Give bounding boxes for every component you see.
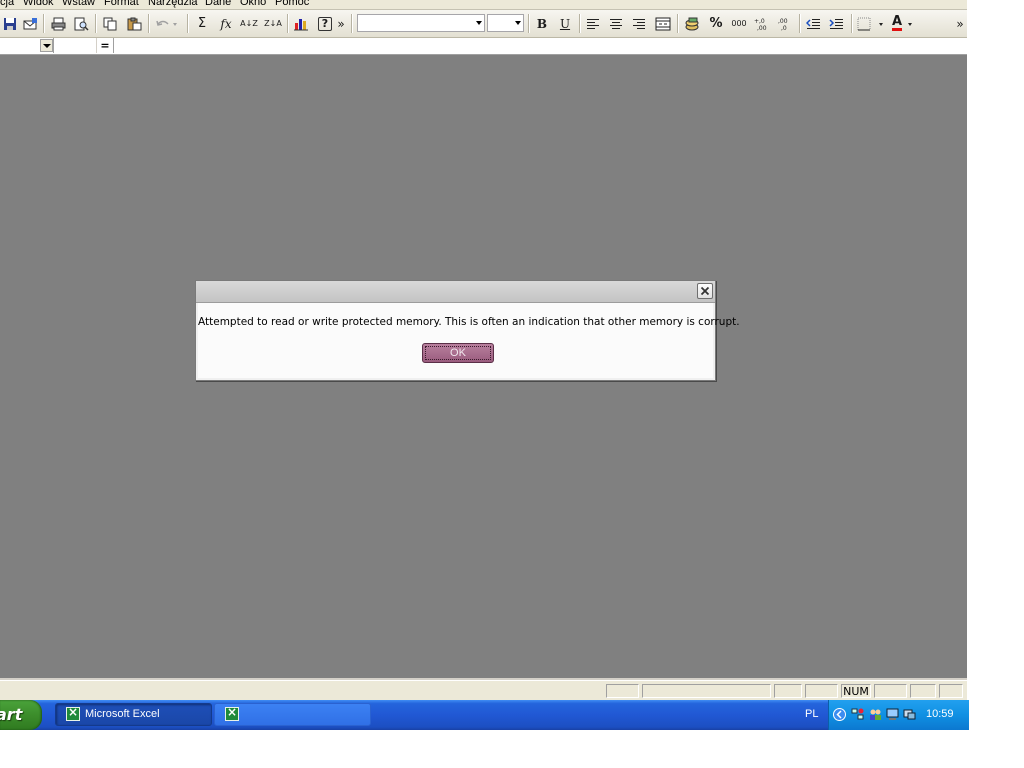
menu-insert[interactable]: Wstaw [62,0,95,8]
borders-icon[interactable] [856,14,886,33]
svg-text:,0: ,0 [781,25,787,31]
toolbar-separator [351,14,353,33]
insert-function-icon[interactable]: fx [216,14,236,33]
menu-tools[interactable]: Narzędzia [148,0,198,8]
align-left-icon[interactable] [583,14,603,33]
print-preview-icon[interactable] [71,14,91,33]
increase-indent-icon[interactable] [826,14,846,33]
sort-ascending-icon[interactable]: A↓Z [238,14,260,33]
status-panel [805,684,838,698]
network-icon[interactable] [851,708,864,721]
status-panel [606,684,639,698]
toolbar-separator [851,14,853,33]
close-button[interactable] [697,283,713,299]
toolbar-separator [799,14,801,33]
status-panel [910,684,936,698]
error-message: Attempted to read or write protected mem… [198,316,740,328]
toolbar-overflow-icon[interactable]: » [335,14,347,33]
print-icon[interactable] [48,14,68,33]
status-panel [774,684,802,698]
taskbar-item-excel-2[interactable] [214,703,371,726]
svg-text:,00: ,00 [757,25,767,31]
chevron-down-icon [515,21,521,25]
increase-decimal-icon[interactable]: +,0,00 [751,14,771,33]
underline-button[interactable]: U [555,14,575,33]
autosum-icon[interactable]: Σ [192,14,212,33]
status-bar: NUM [0,680,967,701]
toolbar-separator [528,14,530,33]
percent-button[interactable]: % [706,14,726,33]
menu-data[interactable]: Dane [205,0,231,8]
name-box-dropdown[interactable] [40,39,53,52]
font-color-icon[interactable]: A [888,14,920,33]
font-name-dropdown[interactable] [357,14,485,32]
toolbar-separator [579,14,581,33]
mail-icon[interactable] [20,14,40,33]
svg-text:,00: ,00 [778,18,788,25]
taskbar: art Microsoft Excel PL 10:59 [0,700,969,730]
menu-bar: cja Widok Wstaw Format Narzędzia Dane Ok… [0,0,967,10]
help-icon[interactable]: ? [315,14,335,33]
tray-expand-icon[interactable] [833,708,846,721]
toolbar-separator [148,14,150,33]
excel-icon [225,705,239,721]
status-panel [642,684,771,698]
display-icon[interactable] [903,708,916,721]
language-indicator[interactable]: PL [805,708,818,720]
clock[interactable]: 10:59 [926,708,954,720]
menu-edit[interactable]: cja [0,0,14,8]
decrease-decimal-icon[interactable]: ,00,0 [775,14,795,33]
formula-bar: = [0,38,967,55]
computer-icon[interactable] [886,708,899,721]
toolbar-separator [187,14,189,33]
bold-button[interactable]: B [532,14,552,33]
toolbar-separator [287,14,289,33]
num-lock-indicator: NUM [841,684,871,698]
toolbar: Σ fx A↓Z Z↓A ? » B U % 000 +,0 ,00 ,00 ,… [0,10,967,38]
chart-wizard-icon[interactable] [291,14,311,33]
undo-icon[interactable] [153,14,181,33]
font-size-dropdown[interactable] [487,14,524,32]
start-button[interactable]: art [0,700,42,730]
currency-icon[interactable] [682,14,702,33]
error-dialog: Attempted to read or write protected mem… [195,280,740,381]
toolbar-overflow-icon[interactable]: » [953,14,967,33]
ok-button[interactable]: OK [422,343,494,363]
users-icon[interactable] [869,708,882,721]
excel-icon [66,705,80,721]
align-center-icon[interactable] [606,14,626,33]
dialog-body: Attempted to read or write protected mem… [198,303,740,378]
toolbar-separator [43,14,45,33]
merge-center-icon[interactable] [653,14,673,33]
thousands-separator-button[interactable]: 000 [728,14,750,33]
status-panel [939,684,963,698]
menu-window[interactable]: Okno [240,0,266,8]
copy-icon[interactable] [100,14,120,33]
svg-text:+,0: +,0 [754,18,765,25]
menu-format[interactable]: Format [104,0,139,8]
formula-equals-button[interactable]: = [96,38,114,53]
menu-view[interactable]: Widok [23,0,54,8]
toolbar-separator [95,14,97,33]
paste-icon[interactable] [124,14,144,33]
align-right-icon[interactable] [629,14,649,33]
save-icon[interactable] [0,14,20,33]
menu-help[interactable]: Pomoc [275,0,309,8]
dialog-title-bar[interactable] [196,281,715,303]
status-panel [874,684,907,698]
chevron-down-icon [476,21,482,25]
toolbar-separator [677,14,679,33]
close-icon [700,286,710,296]
decrease-indent-icon[interactable] [803,14,823,33]
sort-descending-icon[interactable]: Z↓A [262,14,284,33]
taskbar-item-excel[interactable]: Microsoft Excel [55,703,212,726]
